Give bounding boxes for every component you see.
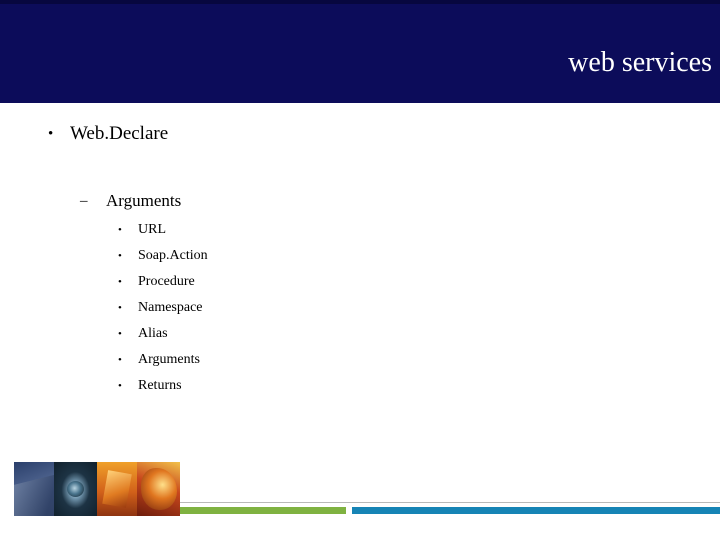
bullet-marker-level3: • [118,224,122,236]
footer-rule-grey [180,502,720,503]
list-item-label: Procedure [138,274,195,289]
photo-eye [54,462,97,516]
bullet-level2: – Arguments [80,190,181,212]
bullet-marker-level3: • [118,354,122,366]
list-item-label: URL [138,222,166,237]
list-item: • Alias [118,321,208,347]
footer-rule-blue [352,507,720,514]
bullet-level2-label: Arguments [106,191,182,210]
bullet-level1: • Web.Declare [48,122,168,146]
footer-rule-green [180,507,346,514]
bullet-marker-level3: • [118,328,122,340]
slide-body: • Web.Declare – Arguments • URL • Soap.Actio… [0,103,720,463]
header-top-edge [0,0,720,4]
footer-photo-strip [14,462,180,516]
list-item: • Soap.Action [118,243,208,269]
bullet-marker-level3: • [118,380,122,392]
list-item-label: Returns [138,378,182,393]
slide-title: web services [568,47,712,78]
list-item: • Namespace [118,295,208,321]
list-item-label: Alias [138,326,168,341]
slide: web services • Web.Declare – Arguments • UR… [0,0,720,540]
photo-fruit-warm [137,462,180,516]
list-item-label: Soap.Action [138,248,208,263]
bullet-level3-list: • URL • Soap.Action • Procedure • Namespace … [118,217,208,399]
list-item: • Returns [118,373,208,399]
list-item-label: Arguments [138,352,200,367]
list-item-label: Namespace [138,300,203,315]
bullet-marker-level1: • [48,126,54,142]
list-item: • Procedure [118,269,208,295]
bullet-level1-label: Web.Declare [70,123,169,144]
header-band: web services [0,0,720,103]
photo-abstract-blue [14,462,54,516]
bullet-marker-level3: • [118,276,122,288]
list-item: • URL [118,217,208,243]
bullet-marker-level3: • [118,302,122,314]
list-item: • Arguments [118,347,208,373]
slide-footer [0,462,720,540]
photo-orange-abstract [97,462,137,516]
bullet-marker-level2: – [80,193,88,209]
bullet-marker-level3: • [118,250,122,262]
